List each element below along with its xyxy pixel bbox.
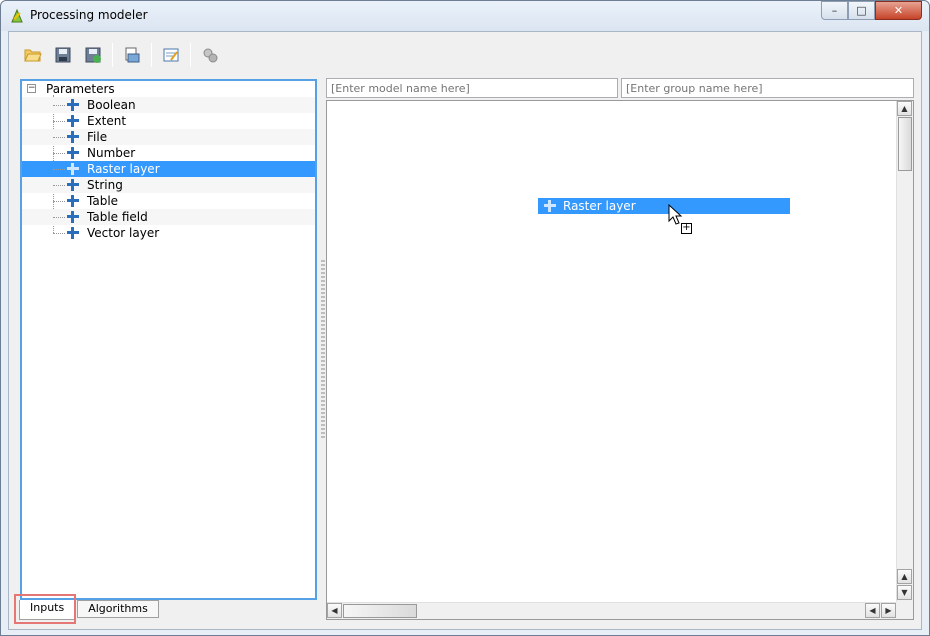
toolbar-separator — [190, 43, 191, 67]
tree-item-number[interactable]: Number — [22, 145, 315, 161]
tree-item-table-field[interactable]: Table field — [22, 209, 315, 225]
arrow-left-icon: ◀ — [331, 606, 338, 615]
tree-item-vector-layer[interactable]: Vector layer — [22, 225, 315, 241]
save-as-model-button[interactable] — [79, 42, 107, 68]
add-icon — [67, 227, 79, 239]
add-icon — [67, 115, 79, 127]
scroll-right-button[interactable]: ▶ — [881, 603, 896, 618]
save-icon — [55, 47, 71, 63]
add-icon — [67, 163, 79, 175]
arrow-up-icon: ▲ — [901, 572, 908, 581]
toolbar — [19, 40, 226, 70]
save-as-icon — [85, 47, 101, 63]
model-canvas[interactable]: Raster layer + ▲ ▲ ▼ ◀ ◀ ▶ — [326, 100, 914, 620]
tree-root-label: Parameters — [46, 82, 115, 96]
qgis-app-icon — [11, 8, 23, 23]
arrow-right-icon: ▶ — [885, 606, 892, 615]
vertical-scrollbar[interactable]: ▲ ▲ ▼ — [896, 101, 913, 602]
vertical-scroll-thumb[interactable] — [898, 117, 912, 171]
add-icon — [544, 200, 556, 212]
scroll-page-left-button[interactable]: ◀ — [865, 603, 880, 618]
tree-item-extent[interactable]: Extent — [22, 113, 315, 129]
folder-open-icon — [24, 49, 42, 62]
tree-root-row[interactable]: − Parameters — [22, 81, 315, 97]
arrow-up-icon: ▲ — [901, 104, 908, 113]
panel-splitter-handle[interactable] — [321, 260, 325, 438]
arrow-left-icon: ◀ — [869, 606, 876, 615]
tree-item-string[interactable]: String — [22, 177, 315, 193]
horizontal-scrollbar[interactable]: ◀ ◀ ▶ — [327, 602, 897, 619]
minimize-icon: – — [831, 4, 838, 17]
collapse-icon[interactable]: − — [27, 84, 36, 93]
tree-item-file[interactable]: File — [22, 129, 315, 145]
processing-modeler-window: Processing modeler – □ ✕ − Parameters Bo… — [0, 0, 930, 636]
scroll-up-button[interactable]: ▲ — [897, 101, 912, 116]
tree-item-table[interactable]: Table — [22, 193, 315, 209]
dragged-raster-layer-item[interactable]: Raster layer — [538, 198, 790, 214]
modeler-client-area: − Parameters Boolean Extent File Number … — [8, 31, 922, 630]
maximize-button[interactable]: □ — [848, 1, 875, 20]
tree-item-raster-layer[interactable]: Raster layer — [22, 161, 315, 177]
inputs-tree[interactable]: − Parameters Boolean Extent File Number … — [20, 79, 317, 600]
drag-copy-indicator-icon: + — [681, 222, 692, 234]
run-model-button[interactable] — [196, 42, 224, 68]
add-icon — [67, 147, 79, 159]
add-icon — [67, 131, 79, 143]
save-model-button[interactable] — [49, 42, 77, 68]
scroll-page-up-button[interactable]: ▲ — [897, 569, 912, 584]
scroll-down-button[interactable]: ▼ — [897, 585, 912, 600]
horizontal-scroll-thumb[interactable] — [343, 604, 417, 618]
add-icon — [67, 99, 79, 111]
arrow-down-icon: ▼ — [901, 588, 908, 597]
group-name-input[interactable] — [621, 78, 914, 98]
open-model-button[interactable] — [19, 42, 47, 68]
add-icon — [67, 195, 79, 207]
model-name-input[interactable] — [326, 78, 618, 98]
edit-help-icon — [163, 48, 179, 62]
toolbar-separator — [112, 43, 113, 67]
edit-help-button[interactable] — [157, 42, 185, 68]
export-image-button[interactable] — [118, 42, 146, 68]
gears-icon — [203, 48, 218, 63]
export-image-icon — [125, 47, 140, 63]
window-title: Processing modeler — [30, 8, 148, 22]
close-button[interactable]: ✕ — [875, 1, 922, 20]
maximize-icon: □ — [856, 4, 867, 17]
add-icon — [67, 179, 79, 191]
title-bar[interactable]: Processing modeler – □ ✕ — [1, 1, 929, 31]
scrollbar-corner — [896, 602, 913, 619]
add-icon — [67, 211, 79, 223]
minimize-button[interactable]: – — [821, 1, 848, 20]
tree-item-boolean[interactable]: Boolean — [22, 97, 315, 113]
highlight-annotation — [14, 594, 76, 624]
tab-algorithms[interactable]: Algorithms — [77, 600, 159, 618]
scroll-left-button[interactable]: ◀ — [327, 603, 342, 618]
toolbar-separator — [151, 43, 152, 67]
close-icon: ✕ — [893, 4, 904, 17]
